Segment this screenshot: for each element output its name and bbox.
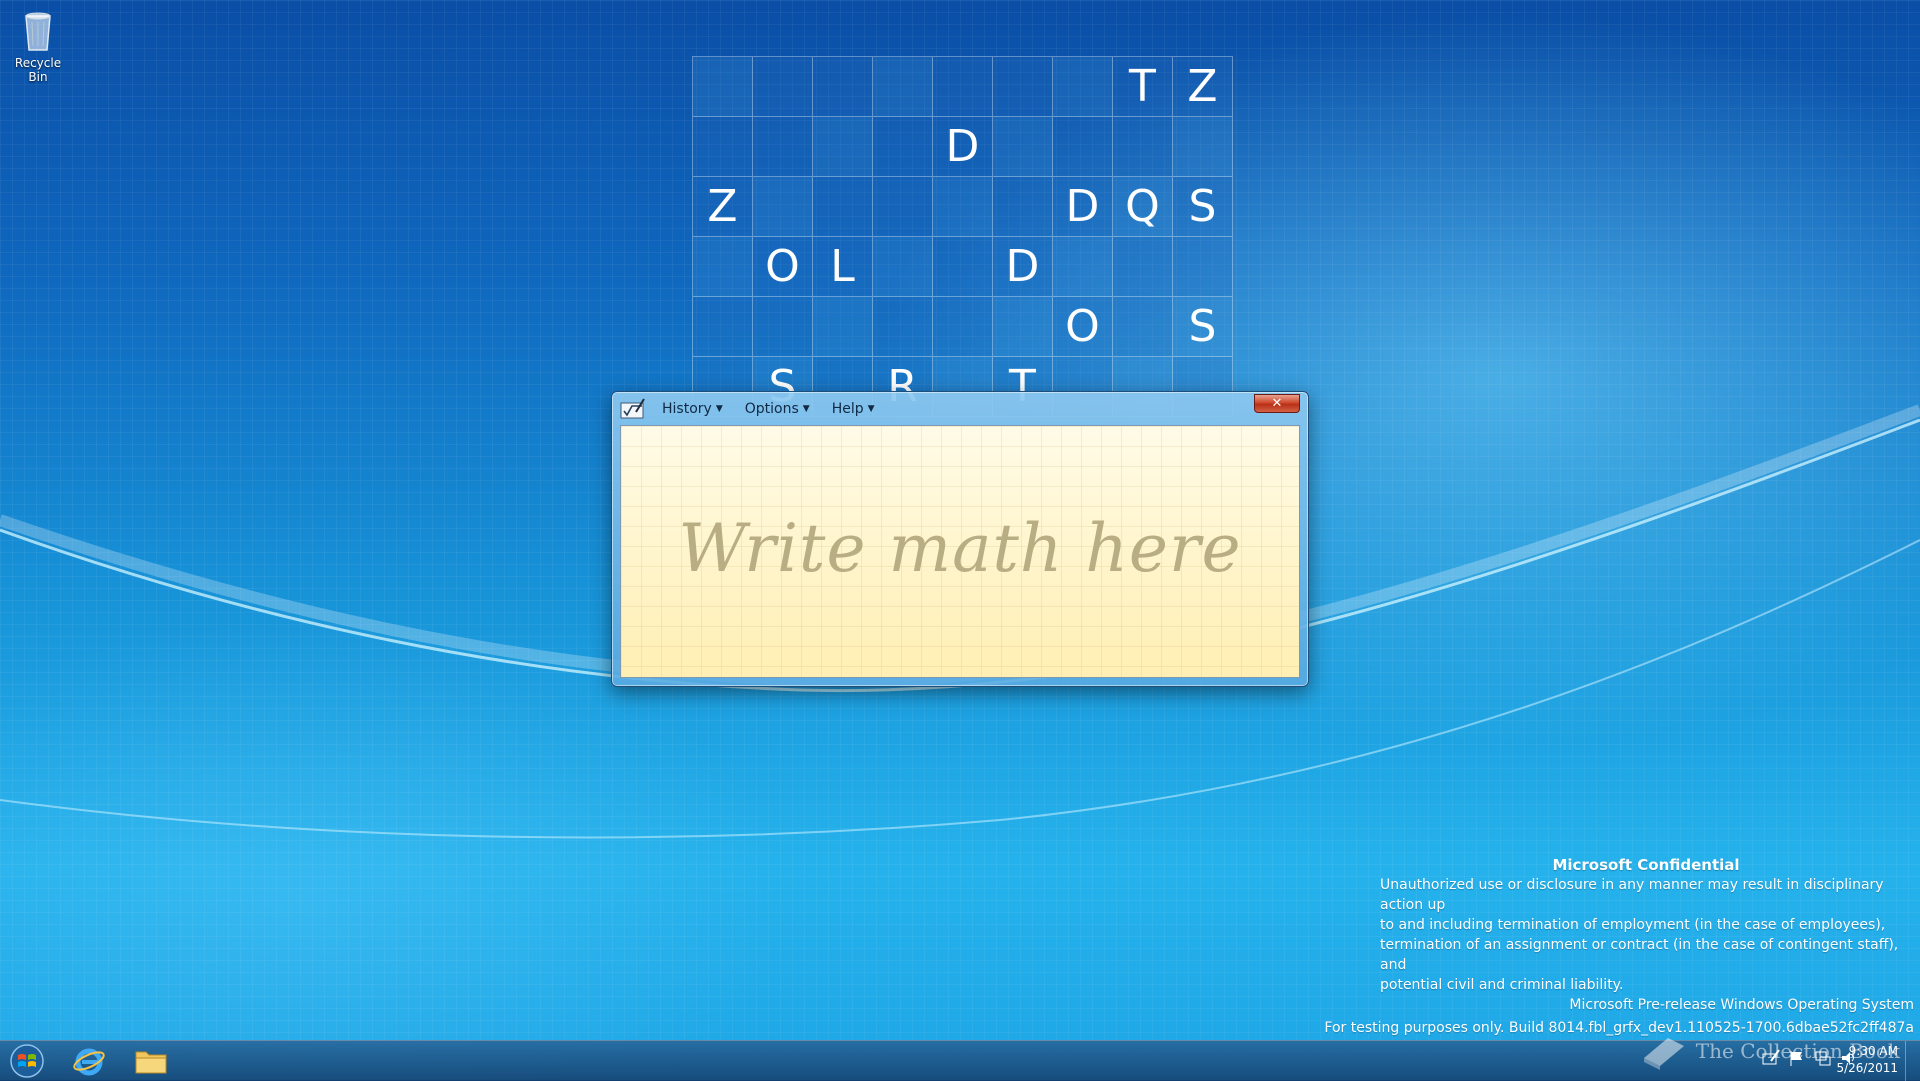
grid-cell: O <box>753 237 813 297</box>
grid-cell <box>933 177 993 237</box>
letter-grid: TZDZDQSOLDOSSRT <box>692 56 1233 417</box>
grid-cell: D <box>1053 177 1113 237</box>
grid-cell <box>1053 57 1113 117</box>
grid-cell <box>1053 117 1113 177</box>
chevron-down-icon: ▼ <box>802 404 810 414</box>
grid-cell <box>693 117 753 177</box>
confidential-line: Unauthorized use or disclosure in any ma… <box>1380 877 1884 913</box>
grid-cell <box>933 57 993 117</box>
taskbar: 9:30 AM 5/26/2011 <box>0 1040 1920 1081</box>
grid-cell <box>873 177 933 237</box>
grid-cell <box>693 297 753 357</box>
grid-cell <box>693 237 753 297</box>
recycle-bin-desktop-icon[interactable]: Recycle Bin <box>6 6 70 84</box>
grid-cell <box>993 117 1053 177</box>
confidential-line: to and including termination of employme… <box>1380 917 1886 933</box>
grid-cell <box>813 117 873 177</box>
grid-cell <box>993 57 1053 117</box>
grid-cell <box>693 57 753 117</box>
grid-cell <box>993 177 1053 237</box>
grid-cell <box>873 297 933 357</box>
grid-cell: Z <box>693 177 753 237</box>
grid-cell <box>753 57 813 117</box>
file-explorer-taskbar-button[interactable] <box>124 1043 178 1079</box>
os-watermark: Microsoft Pre-release Windows Operating … <box>1569 997 1914 1013</box>
grid-cell: S <box>1173 297 1233 357</box>
collection-book-watermark: The Collection Book <box>1640 1032 1900 1070</box>
grid-cell <box>1053 237 1113 297</box>
show-desktop-button[interactable] <box>1905 1041 1920 1081</box>
chevron-down-icon: ▼ <box>867 404 875 414</box>
help-menu[interactable]: Help ▼ <box>832 401 875 417</box>
chevron-down-icon: ▼ <box>715 404 723 414</box>
grid-cell: Z <box>1173 57 1233 117</box>
grid-cell: L <box>813 237 873 297</box>
grid-cell <box>873 57 933 117</box>
collection-book-text: The Collection Book <box>1695 1039 1900 1063</box>
options-menu[interactable]: Options ▼ <box>745 401 810 417</box>
help-menu-label: Help <box>831 401 864 417</box>
grid-cell: T <box>1113 57 1173 117</box>
recycle-bin-label: Recycle Bin <box>14 56 62 84</box>
grid-cell <box>753 177 813 237</box>
grid-cell <box>873 117 933 177</box>
confidential-title: Microsoft Confidential <box>1552 856 1740 874</box>
math-input-app-icon[interactable] <box>620 398 646 420</box>
grid-cell <box>933 237 993 297</box>
grid-cell: O <box>1053 297 1113 357</box>
internet-explorer-taskbar-button[interactable] <box>62 1043 116 1079</box>
grid-cell <box>933 297 993 357</box>
grid-cell <box>1173 237 1233 297</box>
grid-cell: Q <box>1113 177 1173 237</box>
grid-cell <box>813 57 873 117</box>
grid-cell <box>993 297 1053 357</box>
grid-cell: D <box>933 117 993 177</box>
grid-cell: D <box>993 237 1053 297</box>
history-menu-label: History <box>662 401 712 417</box>
confidential-notice: Microsoft Confidential Unauthorized use … <box>1380 855 1912 995</box>
grid-cell <box>753 297 813 357</box>
close-button[interactable]: ✕ <box>1254 394 1300 413</box>
grid-cell <box>813 177 873 237</box>
window-titlebar[interactable]: History ▼ Options ▼ Help ▼ ✕ <box>618 394 1302 424</box>
folder-icon <box>135 1051 167 1074</box>
grid-cell: S <box>1173 177 1233 237</box>
grid-cell <box>753 117 813 177</box>
history-menu[interactable]: History ▼ <box>662 401 723 417</box>
confidential-line: termination of an assignment or contract… <box>1380 937 1899 973</box>
windows-logo-icon <box>10 1044 44 1078</box>
grid-cell <box>1113 237 1173 297</box>
options-menu-label: Options <box>744 401 799 417</box>
recycle-bin-icon <box>14 6 62 54</box>
confidential-line: potential civil and criminal liability. <box>1380 977 1624 993</box>
start-button[interactable] <box>0 1043 54 1079</box>
internet-explorer-icon <box>73 1048 105 1076</box>
write-math-placeholder: Write math here <box>678 510 1242 587</box>
grid-cell <box>873 237 933 297</box>
math-input-panel-window: History ▼ Options ▼ Help ▼ ✕ Write math … <box>611 391 1309 687</box>
close-icon: ✕ <box>1271 396 1283 411</box>
grid-cell <box>1113 297 1173 357</box>
grid-cell <box>1113 117 1173 177</box>
book-logo-icon <box>1643 1038 1684 1070</box>
math-writing-area[interactable]: Write math here <box>620 425 1300 678</box>
grid-cell <box>1173 117 1233 177</box>
grid-cell <box>813 297 873 357</box>
